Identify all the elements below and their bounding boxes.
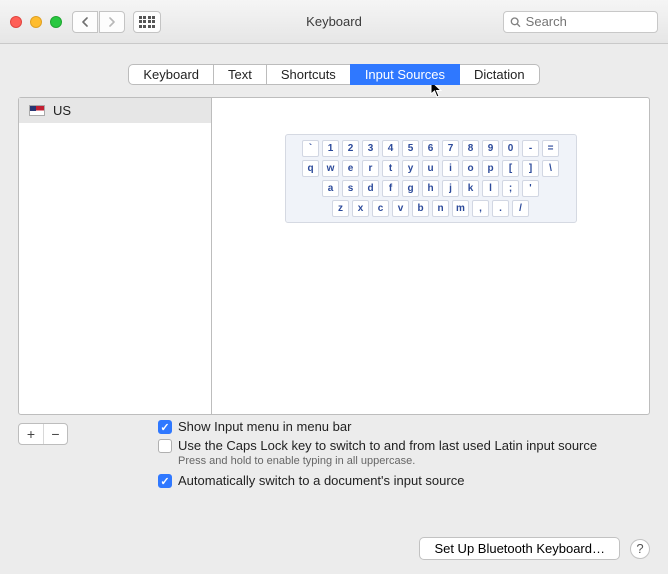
- traffic-lights: [10, 16, 62, 28]
- key: \: [542, 160, 559, 177]
- key: 1: [322, 140, 339, 157]
- keyboard-preview: `1234567890-= qwertyuiop[]\ asdfghjkl;' zxc…: [212, 97, 650, 415]
- tab-keyboard[interactable]: Keyboard: [128, 64, 214, 85]
- key: b: [412, 200, 429, 217]
- tab-dictation[interactable]: Dictation: [459, 64, 540, 85]
- key: y: [402, 160, 419, 177]
- key: ,: [472, 200, 489, 217]
- checkbox-show-menu[interactable]: [158, 420, 172, 434]
- tab-input-sources[interactable]: Input Sources: [350, 64, 460, 85]
- key: p: [482, 160, 499, 177]
- key: u: [422, 160, 439, 177]
- key: .: [492, 200, 509, 217]
- key: `: [302, 140, 319, 157]
- key: ;: [502, 180, 519, 197]
- key: 3: [362, 140, 379, 157]
- search-field[interactable]: [503, 11, 658, 33]
- add-source-button[interactable]: +: [19, 424, 43, 444]
- input-source-name: US: [53, 103, 71, 118]
- search-input[interactable]: [526, 14, 651, 29]
- key: n: [432, 200, 449, 217]
- key: 0: [502, 140, 519, 157]
- key: /: [512, 200, 529, 217]
- key: l: [482, 180, 499, 197]
- option-auto-switch[interactable]: Automatically switch to a document's inp…: [158, 473, 597, 488]
- key: 7: [442, 140, 459, 157]
- key: o: [462, 160, 479, 177]
- help-button[interactable]: ?: [630, 539, 650, 559]
- chevron-left-icon: [81, 17, 89, 27]
- panels: US `1234567890-= qwertyuiop[]\ asdfghjkl;'…: [18, 97, 650, 415]
- us-flag-icon: [29, 105, 45, 116]
- key: x: [352, 200, 369, 217]
- option-label: Automatically switch to a document's inp…: [178, 473, 464, 488]
- key: d: [362, 180, 379, 197]
- zoom-window-button[interactable]: [50, 16, 62, 28]
- chevron-right-icon: [108, 17, 116, 27]
- checkbox-caps-lock[interactable]: [158, 439, 172, 453]
- key: -: [522, 140, 539, 157]
- key: [: [502, 160, 519, 177]
- input-source-item[interactable]: US: [19, 98, 211, 123]
- key: s: [342, 180, 359, 197]
- key: ': [522, 180, 539, 197]
- key: ]: [522, 160, 539, 177]
- add-remove-control: + −: [18, 423, 68, 445]
- option-label: Show Input menu in menu bar: [178, 419, 351, 434]
- titlebar: Keyboard: [0, 0, 668, 44]
- key: k: [462, 180, 479, 197]
- tab-bar: KeyboardTextShortcutsInput SourcesDictat…: [18, 64, 650, 85]
- footer: Set Up Bluetooth Keyboard… ?: [419, 537, 650, 560]
- tab-text[interactable]: Text: [213, 64, 267, 85]
- key: v: [392, 200, 409, 217]
- key: =: [542, 140, 559, 157]
- option-caps-lock[interactable]: Use the Caps Lock key to switch to and f…: [158, 438, 597, 453]
- key: r: [362, 160, 379, 177]
- keyboard-layout: `1234567890-= qwertyuiop[]\ asdfghjkl;' zxc…: [285, 134, 577, 223]
- key: 4: [382, 140, 399, 157]
- key: 6: [422, 140, 439, 157]
- key: i: [442, 160, 459, 177]
- key: t: [382, 160, 399, 177]
- bluetooth-keyboard-button[interactable]: Set Up Bluetooth Keyboard…: [419, 537, 620, 560]
- keyboard-row: qwertyuiop[]\: [291, 160, 571, 177]
- minimize-window-button[interactable]: [30, 16, 42, 28]
- key: 2: [342, 140, 359, 157]
- key: z: [332, 200, 349, 217]
- back-button[interactable]: [72, 11, 98, 33]
- show-all-button[interactable]: [133, 11, 161, 33]
- content-area: KeyboardTextShortcutsInput SourcesDictat…: [0, 44, 668, 504]
- keyboard-row: zxcvbnm,./: [291, 200, 571, 217]
- option-label: Use the Caps Lock key to switch to and f…: [178, 438, 597, 453]
- keyboard-row: asdfghjkl;': [291, 180, 571, 197]
- key: w: [322, 160, 339, 177]
- options: Show Input menu in menu bar Use the Caps…: [158, 419, 597, 492]
- tab-shortcuts[interactable]: Shortcuts: [266, 64, 351, 85]
- key: a: [322, 180, 339, 197]
- close-window-button[interactable]: [10, 16, 22, 28]
- key: 9: [482, 140, 499, 157]
- keyboard-row: `1234567890-=: [291, 140, 571, 157]
- key: 5: [402, 140, 419, 157]
- option-caps-lock-hint: Press and hold to enable typing in all u…: [158, 455, 597, 467]
- forward-button[interactable]: [99, 11, 125, 33]
- nav-buttons: [72, 11, 125, 33]
- key: 8: [462, 140, 479, 157]
- key: c: [372, 200, 389, 217]
- input-source-list[interactable]: US: [18, 97, 212, 415]
- search-icon: [510, 16, 521, 28]
- key: g: [402, 180, 419, 197]
- key: j: [442, 180, 459, 197]
- remove-source-button[interactable]: −: [43, 424, 67, 444]
- key: q: [302, 160, 319, 177]
- key: m: [452, 200, 469, 217]
- key: e: [342, 160, 359, 177]
- grid-icon: [139, 16, 156, 28]
- key: f: [382, 180, 399, 197]
- checkbox-auto-switch[interactable]: [158, 474, 172, 488]
- key: h: [422, 180, 439, 197]
- option-show-menu[interactable]: Show Input menu in menu bar: [158, 419, 597, 434]
